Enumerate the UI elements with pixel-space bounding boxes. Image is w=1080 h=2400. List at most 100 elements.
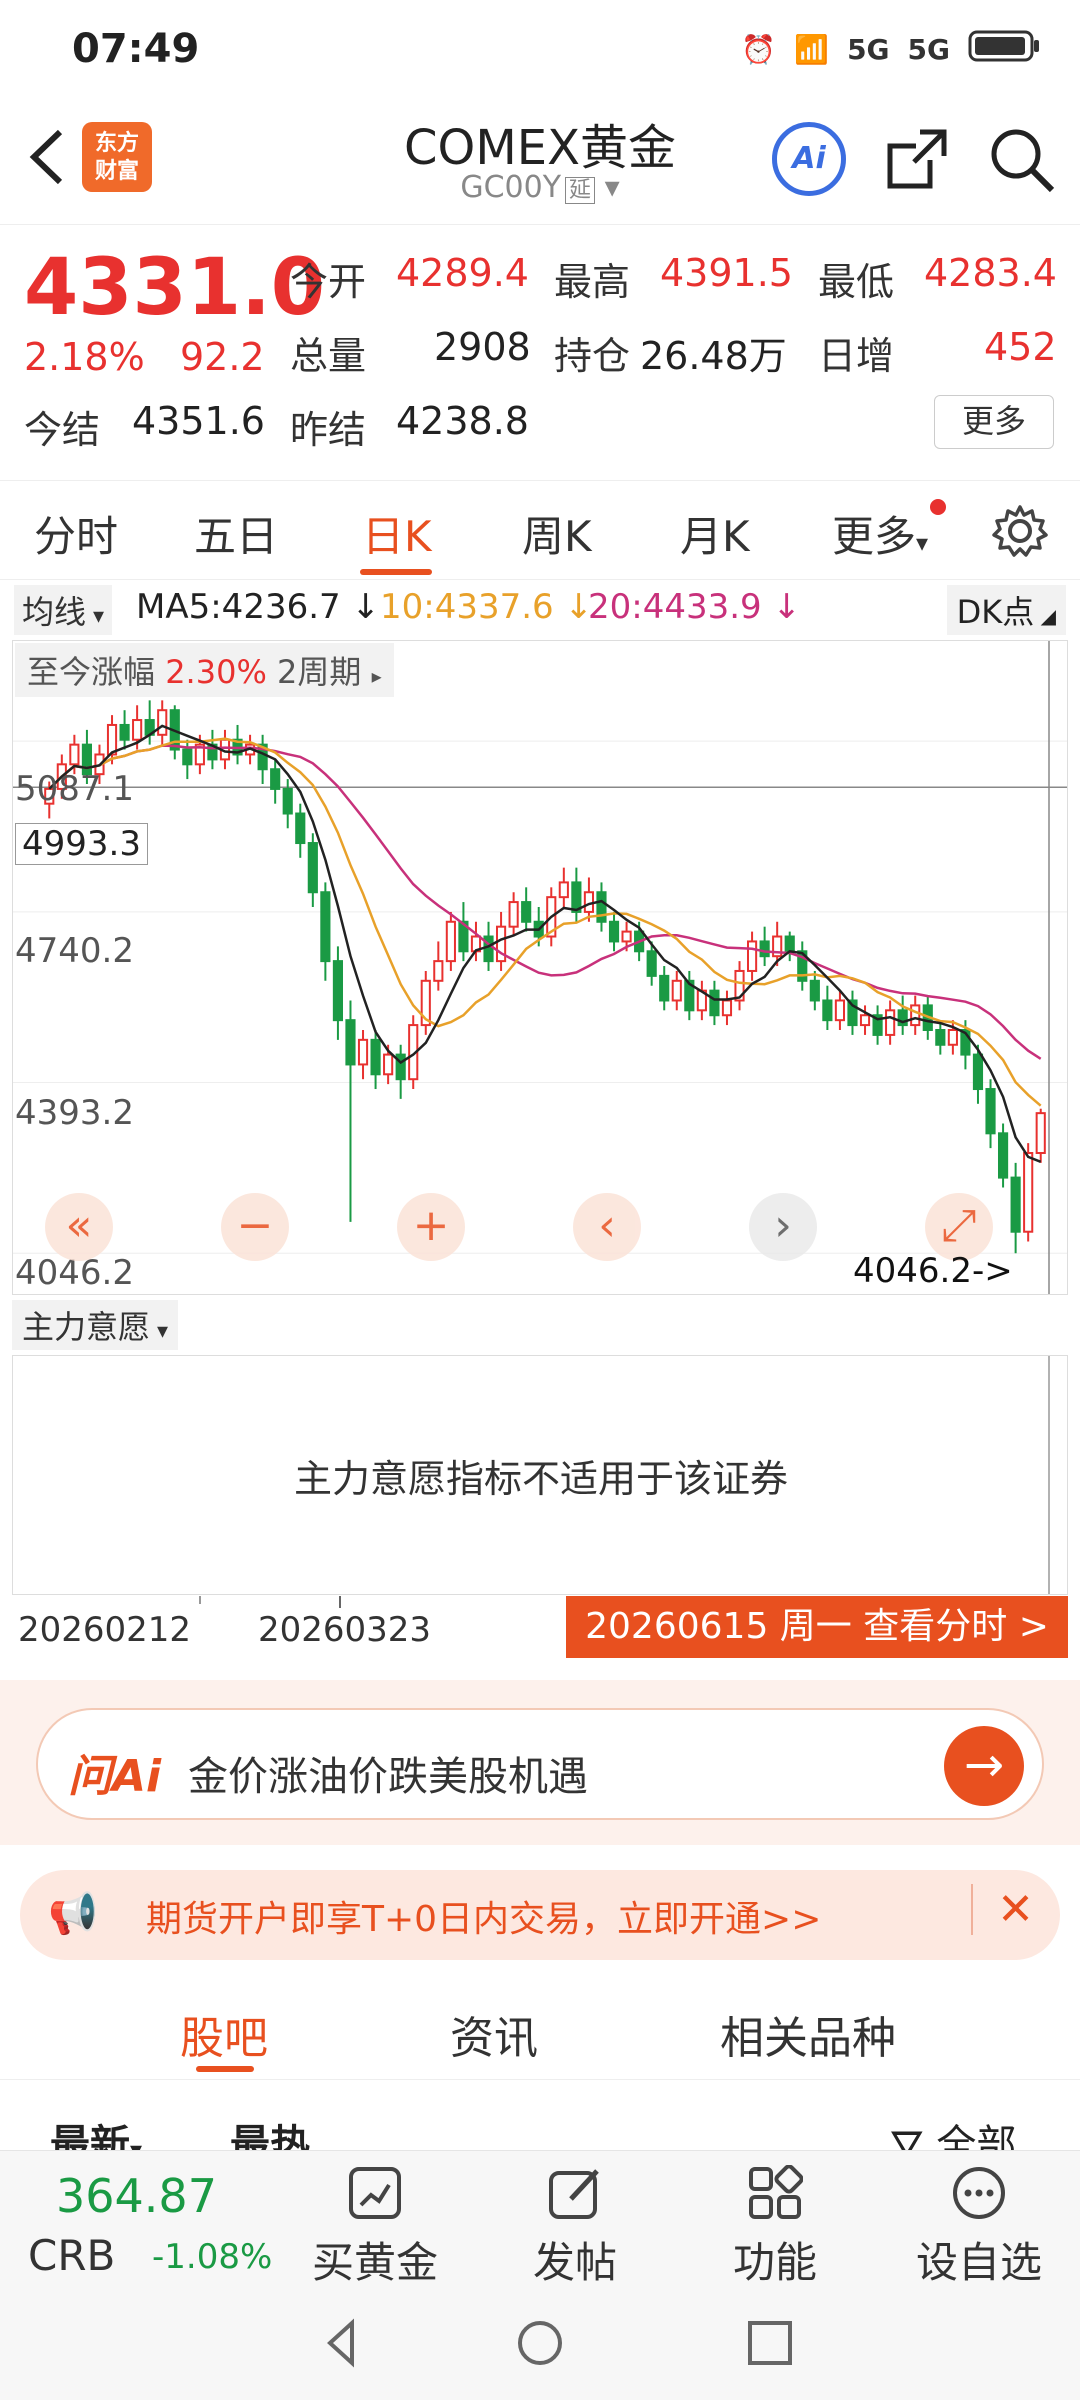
y-tick-label: 4740.2 <box>15 931 134 971</box>
subtab-filter[interactable]: ⛛ 全部 <box>890 2112 1016 2150</box>
tab-monthly-k[interactable]: 月K <box>680 503 750 564</box>
candle-body <box>332 960 344 1022</box>
tab-more[interactable]: 更多▾ <box>832 503 928 564</box>
candle-body <box>972 1053 984 1091</box>
code-text: GC00Y <box>460 170 562 205</box>
candle-body <box>132 719 143 741</box>
zoom-in-button[interactable]: + <box>397 1193 465 1261</box>
share-icon <box>887 129 947 189</box>
candle-body <box>671 979 682 1002</box>
candle-body <box>659 974 670 1002</box>
corner-arrow-icon: ◢ <box>1034 604 1056 628</box>
subtab-hot[interactable]: 最热 <box>230 2112 310 2150</box>
ma-legend: 均线 ▾ MA5:4236.7 ↓ 10:4337.6 ↓ 20:4433.9 … <box>0 585 1080 635</box>
indicator-message: 主力意愿指标不适用于该证券 <box>293 1457 788 1501</box>
daily-add-value: 452 <box>984 325 1057 369</box>
candle-body <box>521 901 532 923</box>
ask-ai-prompt: 金价涨油价跌美股机遇 <box>188 1754 588 1800</box>
functions-button[interactable]: 功能 <box>700 2165 850 2290</box>
candle-body <box>809 979 820 1002</box>
candle-body <box>558 881 569 899</box>
date-label: 20260212 <box>18 1610 192 1650</box>
range-info[interactable]: 至今涨幅 2.30% 2周期 ▸ <box>15 643 394 697</box>
tab-forum[interactable]: 股吧 <box>180 2002 268 2066</box>
status-icons: ⏰ 📶 5G 5G <box>741 28 1040 71</box>
zoom-out-button[interactable]: − <box>221 1193 289 1261</box>
open-interest-value: 26.48万 <box>640 334 787 378</box>
candle-body <box>1010 1176 1021 1233</box>
subtab-latest[interactable]: 最新▾ <box>50 2112 142 2150</box>
signal-icon-2: 5G <box>907 33 950 66</box>
candle-body <box>307 842 318 894</box>
scroll-left-button[interactable]: ‹ <box>573 1193 641 1261</box>
search-button[interactable] <box>984 122 1058 196</box>
candle-body <box>69 743 80 766</box>
promo-banner[interactable]: 📢 期货开户即享T+0日内交易，立即开通>> ✕ <box>20 1870 1060 1960</box>
post-label: 发帖 <box>532 2238 617 2287</box>
ask-ai-section: 问Ai 金价涨油价跌美股机遇 → <box>0 1680 1080 1845</box>
post-button[interactable]: 发帖 <box>500 2165 650 2290</box>
last-price: 4331.0 <box>24 243 325 333</box>
indicator-select[interactable]: 主力意愿 ▾ <box>12 1300 179 1350</box>
candle-body <box>370 1038 381 1076</box>
candle-body <box>646 950 657 977</box>
dk-point-button[interactable]: DK点 ◢ <box>946 585 1066 635</box>
tab-related[interactable]: 相关品种 <box>720 2002 896 2066</box>
open-value: 4289.4 <box>396 251 529 295</box>
sub-tabs: 最新▾ 最热 ⛛ 全部 <box>0 2100 1080 2150</box>
candle-body <box>947 1029 958 1046</box>
arrow-right-icon[interactable]: → <box>944 1726 1024 1806</box>
search-icon <box>991 129 1055 193</box>
close-icon[interactable]: ✕ <box>971 1884 1034 1935</box>
tab-news[interactable]: 资讯 <box>450 2002 538 2066</box>
tab-intraday[interactable]: 分时 <box>34 503 118 564</box>
scroll-right-button[interactable]: › <box>749 1193 817 1261</box>
tab-five-day[interactable]: 五日 <box>194 503 278 564</box>
change-percent: 2.18% <box>24 335 145 379</box>
y-tick-label: 5087.1 <box>15 769 134 809</box>
promo-text: 期货开户即享T+0日内交易，立即开通>> <box>146 1899 822 1940</box>
scroll-left-fast-button[interactable]: « <box>45 1193 113 1261</box>
candle-body <box>1023 1152 1034 1233</box>
ask-ai-bar[interactable]: 问Ai 金价涨油价跌美股机遇 → <box>36 1708 1044 1820</box>
kline-canvas <box>13 641 1067 1294</box>
candle-body <box>608 920 620 943</box>
tab-more-label: 更多 <box>832 512 917 561</box>
period-tabs: 分时 五日 日K 周K 月K 更多▾ <box>0 480 1080 580</box>
chart-settings-button[interactable] <box>990 501 1050 561</box>
ai-button[interactable]: Ai <box>772 122 846 196</box>
tab-daily-k[interactable]: 日K <box>362 503 432 564</box>
signal-icon-1: 5G <box>847 33 890 66</box>
buy-gold-button[interactable]: 买黄金 <box>300 2165 450 2290</box>
kline-chart[interactable]: 至今涨幅 2.30% 2周期 ▸ 5087.1 4740.2 4393.2 40… <box>12 640 1068 1295</box>
caret-down-icon[interactable]: ▾ <box>595 170 620 205</box>
more-quote-button[interactable]: 更多 <box>934 395 1054 449</box>
low-value: 4283.4 <box>924 251 1057 295</box>
edit-icon <box>549 2169 599 2219</box>
dk-label: DK点 <box>956 593 1035 631</box>
add-watchlist-button[interactable]: 设自选 <box>904 2165 1054 2290</box>
range-period: 2周期 <box>277 653 362 691</box>
high-value: 4391.5 <box>660 251 793 295</box>
settle-label: 今结 <box>24 408 101 452</box>
low-label: 最低 <box>818 260 895 304</box>
crb-index-value[interactable]: 364.87 <box>56 2169 217 2223</box>
view-intraday-button[interactable]: 20260615 周一 查看分时 > <box>566 1596 1068 1658</box>
megaphone-icon: 📢 <box>48 1891 98 1937</box>
candle-body <box>383 1053 394 1076</box>
nav-home-icon <box>518 2321 562 2365</box>
candle-body <box>295 812 306 845</box>
share-button[interactable] <box>880 122 954 196</box>
notification-dot <box>930 499 946 515</box>
bottom-bar: 364.87 CRB -1.08% 买黄金 发帖 功能 设自选 <box>0 2150 1080 2287</box>
indicator-panel: 主力意愿指标不适用于该证券 <box>12 1355 1068 1595</box>
add-watchlist-label: 设自选 <box>915 2238 1042 2287</box>
tab-weekly-k[interactable]: 周K <box>522 503 592 564</box>
crb-index-name[interactable]: CRB <box>28 2231 115 2280</box>
tab-underline <box>360 569 432 575</box>
back-button[interactable] <box>20 122 80 192</box>
ma-type-select[interactable]: 均线 ▾ <box>14 585 113 635</box>
alarm-icon: ⏰ <box>741 33 777 66</box>
candle-body <box>282 787 293 815</box>
caret-down-icon: ▾ <box>86 604 105 629</box>
